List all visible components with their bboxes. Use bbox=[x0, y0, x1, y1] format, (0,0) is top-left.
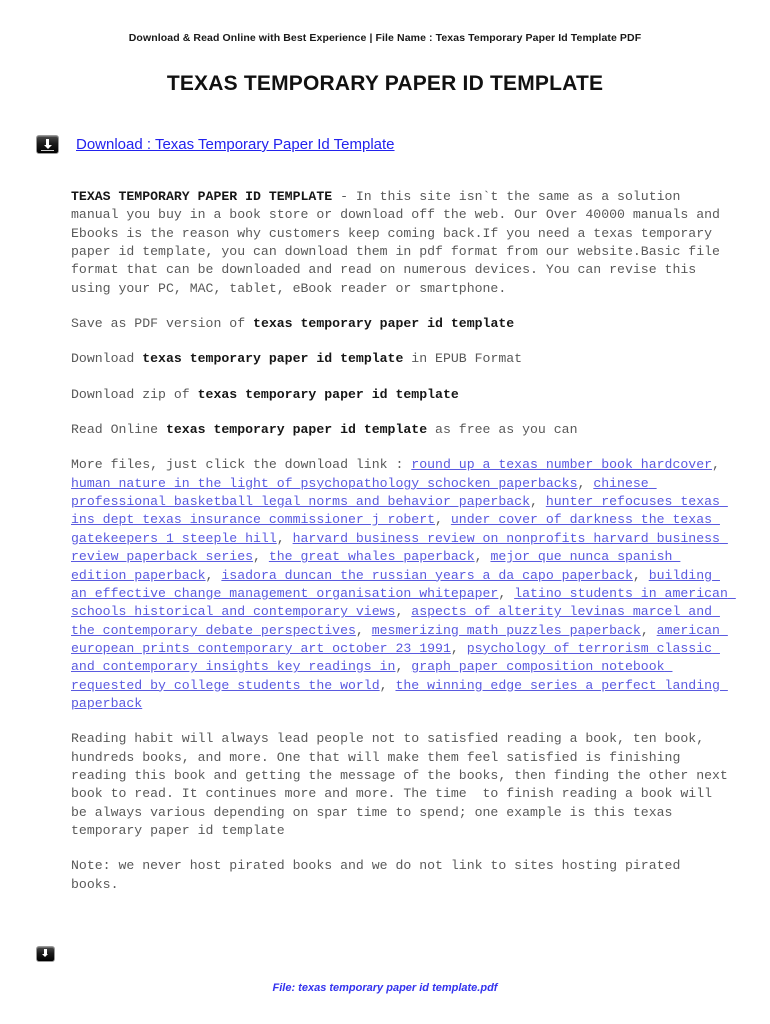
intro-paragraph: TEXAS TEMPORARY PAPER ID TEMPLATE - In t… bbox=[71, 188, 735, 298]
format-line: Download zip of texas temporary paper id… bbox=[71, 386, 735, 404]
more-files-link-list: round up a texas number book hardcover, … bbox=[71, 457, 736, 710]
link-separator: , bbox=[474, 549, 491, 565]
link-separator: , bbox=[253, 549, 269, 565]
document-page: Download & Read Online with Best Experie… bbox=[0, 0, 770, 1024]
download-icon bbox=[36, 135, 59, 154]
link-separator: , bbox=[395, 659, 412, 675]
intro-body: - In this site isn`t the same as a solut… bbox=[71, 189, 728, 296]
link-separator: , bbox=[276, 530, 293, 546]
format-pre: Read Online bbox=[71, 422, 166, 438]
more-files-link[interactable]: isadora duncan the russian years a da ca… bbox=[221, 568, 633, 583]
download-link[interactable]: Download : Texas Temporary Paper Id Temp… bbox=[76, 136, 395, 153]
format-pre: Save as PDF version of bbox=[71, 316, 254, 332]
more-files-paragraph: More files, just click the download link… bbox=[71, 456, 735, 713]
link-separator: , bbox=[712, 457, 728, 473]
link-separator: , bbox=[530, 494, 546, 510]
link-separator: , bbox=[205, 567, 222, 583]
format-pre: Download bbox=[71, 351, 143, 367]
more-files-link[interactable]: round up a texas number book hardcover bbox=[411, 457, 712, 472]
link-separator: , bbox=[640, 622, 657, 638]
note-paragraph: Note: we never host pirated books and we… bbox=[71, 858, 689, 892]
link-separator: , bbox=[435, 512, 451, 528]
link-separator: , bbox=[379, 677, 396, 693]
download-link-row[interactable]: Download : Texas Temporary Paper Id Temp… bbox=[36, 135, 395, 154]
document-body: TEXAS TEMPORARY PAPER ID TEMPLATE - In t… bbox=[71, 188, 735, 911]
format-line: Save as PDF version of texas temporary p… bbox=[71, 315, 735, 333]
format-strong: texas temporary paper id template bbox=[142, 351, 404, 367]
page-header: Download & Read Online with Best Experie… bbox=[128, 32, 642, 44]
link-separator: , bbox=[395, 604, 412, 620]
intro-lead: TEXAS TEMPORARY PAPER ID TEMPLATE bbox=[71, 189, 333, 204]
format-line: Download texas temporary paper id templa… bbox=[71, 350, 735, 368]
footer-filename: File: texas temporary paper id template.… bbox=[272, 982, 498, 994]
format-pre: Download zip of bbox=[71, 386, 198, 402]
format-strong: texas temporary paper id template bbox=[165, 422, 428, 438]
format-strong: texas temporary paper id template bbox=[197, 386, 459, 402]
link-separator: , bbox=[577, 475, 594, 491]
link-separator: , bbox=[498, 585, 515, 601]
reading-habit-paragraph: Reading habit will always lead people no… bbox=[71, 731, 736, 838]
format-line: Read Online texas temporary paper id tem… bbox=[71, 421, 735, 439]
link-separator: , bbox=[632, 567, 649, 583]
more-files-intro: More files, just click the download link… bbox=[71, 457, 412, 473]
page-title: TEXAS TEMPORARY PAPER ID TEMPLATE bbox=[166, 72, 604, 95]
format-post: as free as you can bbox=[427, 422, 578, 438]
format-post: in EPUB Format bbox=[403, 351, 523, 367]
more-files-link[interactable]: human nature in the light of psychopatho… bbox=[71, 476, 577, 491]
more-files-link[interactable]: the great whales paperback bbox=[269, 549, 475, 564]
link-separator: , bbox=[450, 640, 467, 656]
link-separator: , bbox=[355, 622, 372, 638]
more-files-link[interactable]: mesmerizing math puzzles paperback bbox=[372, 623, 641, 638]
footer-download-icon bbox=[36, 946, 55, 962]
format-strong: texas temporary paper id template bbox=[253, 316, 515, 332]
